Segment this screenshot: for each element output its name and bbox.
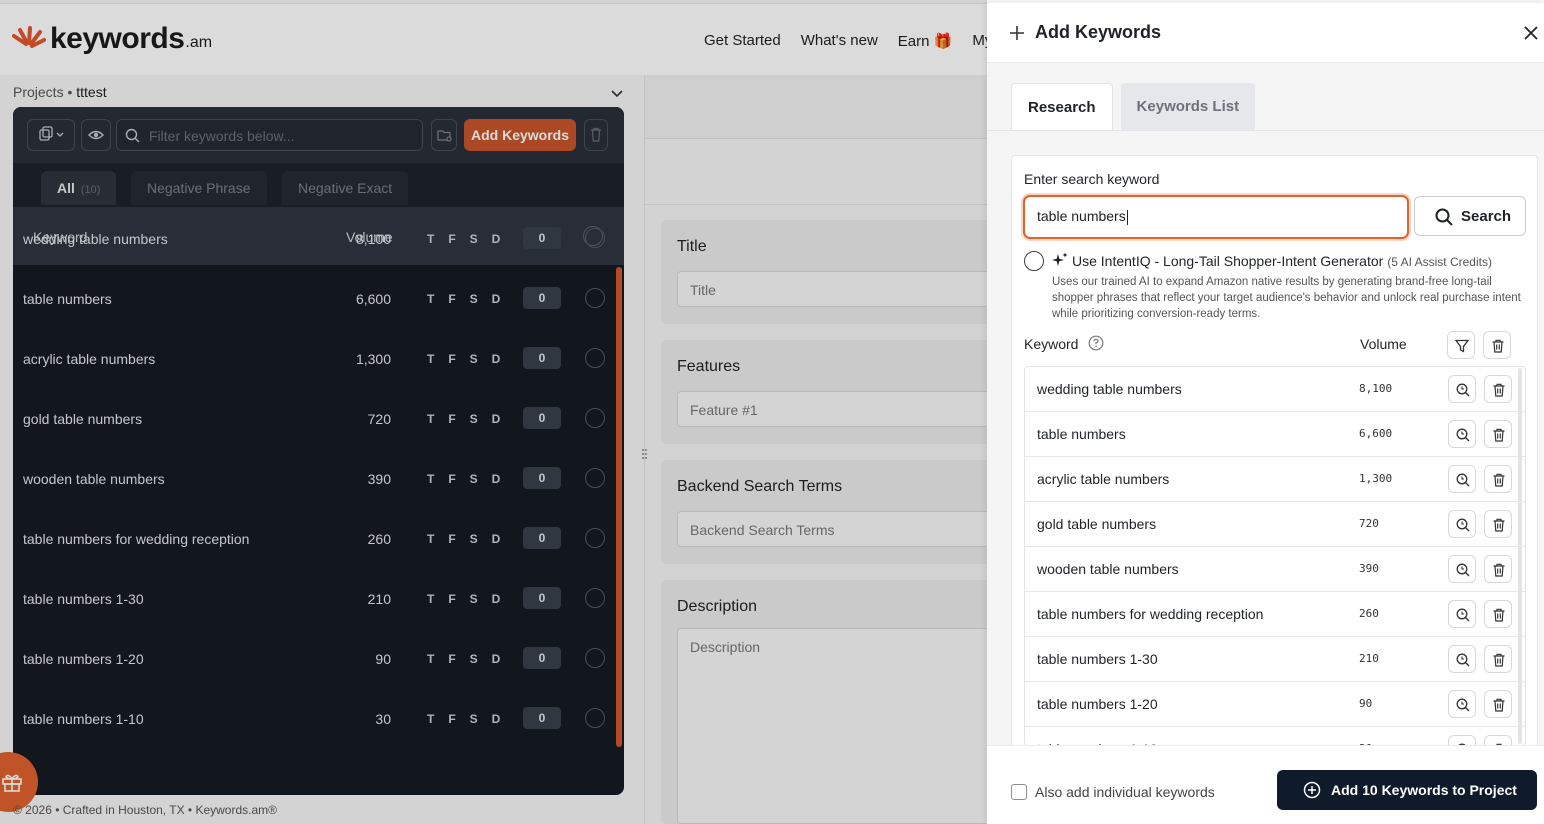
- tab-divider: [987, 130, 1544, 131]
- list-item-volume: 390: [1359, 562, 1379, 575]
- results-header: Keyword Volume: [1024, 331, 1526, 361]
- remove-keyword-button[interactable]: [1484, 555, 1512, 583]
- intentiq-title-text: Use IntentIQ - Long-Tail Shopper-Intent …: [1072, 253, 1384, 269]
- list-item-keyword: wooden table numbers: [1037, 561, 1179, 577]
- drawer-title: Add Keywords: [1035, 22, 1162, 42]
- search-input-value: table numbers: [1037, 208, 1126, 224]
- research-card: Enter search keyword table numbers Searc…: [1011, 155, 1538, 755]
- search-button[interactable]: Search: [1414, 196, 1526, 236]
- search-keyword-button[interactable]: [1448, 600, 1476, 628]
- also-add-individual-label[interactable]: Also add individual keywords: [1035, 784, 1215, 800]
- remove-keyword-button[interactable]: [1484, 690, 1512, 718]
- search-keyword-button[interactable]: [1448, 690, 1476, 718]
- search-refresh-icon: [1456, 473, 1470, 487]
- remove-keyword-button[interactable]: [1484, 510, 1512, 538]
- search-button-label: Search: [1461, 208, 1512, 225]
- list-item-keyword: table numbers for wedding reception: [1037, 606, 1264, 622]
- trash-icon: [1493, 608, 1505, 622]
- search-refresh-icon: [1456, 518, 1470, 532]
- drawer-footer: Also add individual keywords Add 10 Keyw…: [987, 745, 1544, 824]
- search-keyword-button[interactable]: [1448, 420, 1476, 448]
- list-item-keyword: wedding table numbers: [1037, 381, 1182, 397]
- search-refresh-icon: [1456, 383, 1470, 397]
- drawer-body: Research Keywords List Enter search keyw…: [987, 63, 1544, 755]
- tab-research[interactable]: Research: [1011, 83, 1113, 131]
- list-item: wedding table numbers 8,100: [1025, 367, 1525, 412]
- search-keyword-button[interactable]: [1448, 465, 1476, 493]
- search-refresh-icon: [1456, 698, 1470, 712]
- tab-keywords-list[interactable]: Keywords List: [1120, 83, 1256, 131]
- results-column-volume: Volume: [1360, 336, 1407, 352]
- trash-icon: [1493, 428, 1505, 442]
- list-item: wooden table numbers 390: [1025, 547, 1525, 592]
- list-item-volume: 6,600: [1359, 427, 1393, 440]
- list-item-volume: 210: [1359, 652, 1379, 665]
- remove-keyword-button[interactable]: [1484, 600, 1512, 628]
- help-icon[interactable]: [1088, 335, 1104, 351]
- list-item: table numbers for wedding reception 260: [1025, 592, 1525, 637]
- list-item-keyword: gold table numbers: [1037, 516, 1157, 532]
- intentiq-credits: (5 AI Assist Credits): [1387, 255, 1492, 269]
- trash-icon: [1493, 698, 1505, 712]
- remove-keyword-button[interactable]: [1484, 420, 1512, 448]
- list-item-volume: 90: [1359, 697, 1373, 710]
- results-scrollbar[interactable]: [1518, 368, 1522, 744]
- search-refresh-icon: [1456, 608, 1470, 622]
- trash-icon: [1493, 518, 1505, 532]
- filter-icon: [1454, 339, 1470, 353]
- add-to-project-label: Add 10 Keywords to Project: [1331, 782, 1517, 798]
- list-item-volume: 720: [1359, 517, 1379, 530]
- list-item-keyword: table numbers 1-30: [1037, 651, 1158, 667]
- trash-icon: [1493, 563, 1505, 577]
- results-list: wedding table numbers 8,100 table numbers 6…: [1024, 366, 1526, 746]
- remove-keyword-button[interactable]: [1484, 465, 1512, 493]
- trash-icon: [1493, 473, 1505, 487]
- also-add-individual-checkbox[interactable]: [1011, 784, 1027, 800]
- list-item-keyword: table numbers: [1037, 426, 1126, 442]
- list-item: table numbers 1-20 90: [1025, 682, 1525, 727]
- modal-overlay[interactable]: [0, 0, 987, 824]
- clear-all-button[interactable]: [1483, 331, 1511, 359]
- list-item: table numbers 1-1030: [1025, 727, 1525, 745]
- search-refresh-icon: [1456, 428, 1470, 442]
- add-to-project-button[interactable]: Add 10 Keywords to Project: [1277, 770, 1537, 810]
- list-item-volume: 1,300: [1359, 472, 1393, 485]
- add-keywords-drawer: Add Keywords Research Keywords List Ente…: [987, 3, 1544, 824]
- close-icon[interactable]: [1523, 25, 1539, 41]
- trash-icon: [1492, 339, 1504, 353]
- list-item: table numbers 1-30 210: [1025, 637, 1525, 682]
- list-item: table numbers 6,600: [1025, 412, 1525, 457]
- list-item-volume: 260: [1359, 607, 1379, 620]
- search-input[interactable]: table numbers: [1023, 195, 1409, 239]
- list-item: gold table numbers 720: [1025, 502, 1525, 547]
- search-keyword-button[interactable]: [1448, 510, 1476, 538]
- list-item: acrylic table numbers 1,300: [1025, 457, 1525, 502]
- plus-icon: [1009, 25, 1025, 41]
- sparkle-icon: [1052, 252, 1068, 268]
- list-item-volume: 8,100: [1359, 382, 1393, 395]
- plus-circle-icon: [1303, 781, 1321, 799]
- search-refresh-icon: [1456, 563, 1470, 577]
- trash-icon: [1493, 383, 1505, 397]
- intentiq-description: Uses our trained AI to expand Amazon nat…: [1052, 276, 1521, 320]
- search-refresh-icon: [1456, 653, 1470, 667]
- search-keyword-button[interactable]: [1448, 555, 1476, 583]
- drawer-header: Add Keywords: [987, 3, 1544, 63]
- intentiq-checkbox[interactable]: [1024, 251, 1044, 271]
- remove-keyword-button[interactable]: [1484, 375, 1512, 403]
- search-label: Enter search keyword: [1024, 171, 1160, 187]
- text-caret: [1126, 209, 1128, 225]
- drawer-tabs: Research Keywords List: [1011, 83, 1256, 131]
- search-keyword-button[interactable]: [1448, 645, 1476, 673]
- list-item-keyword: acrylic table numbers: [1037, 471, 1170, 487]
- search-keyword-button[interactable]: [1448, 375, 1476, 403]
- filter-button[interactable]: [1447, 331, 1475, 359]
- results-column-keyword: Keyword: [1024, 336, 1079, 352]
- remove-keyword-button[interactable]: [1484, 645, 1512, 673]
- search-icon: [1435, 208, 1453, 226]
- trash-icon: [1493, 653, 1505, 667]
- list-item-keyword: table numbers 1-20: [1037, 696, 1158, 712]
- intentiq-title: Use IntentIQ - Long-Tail Shopper-Intent …: [1072, 253, 1492, 269]
